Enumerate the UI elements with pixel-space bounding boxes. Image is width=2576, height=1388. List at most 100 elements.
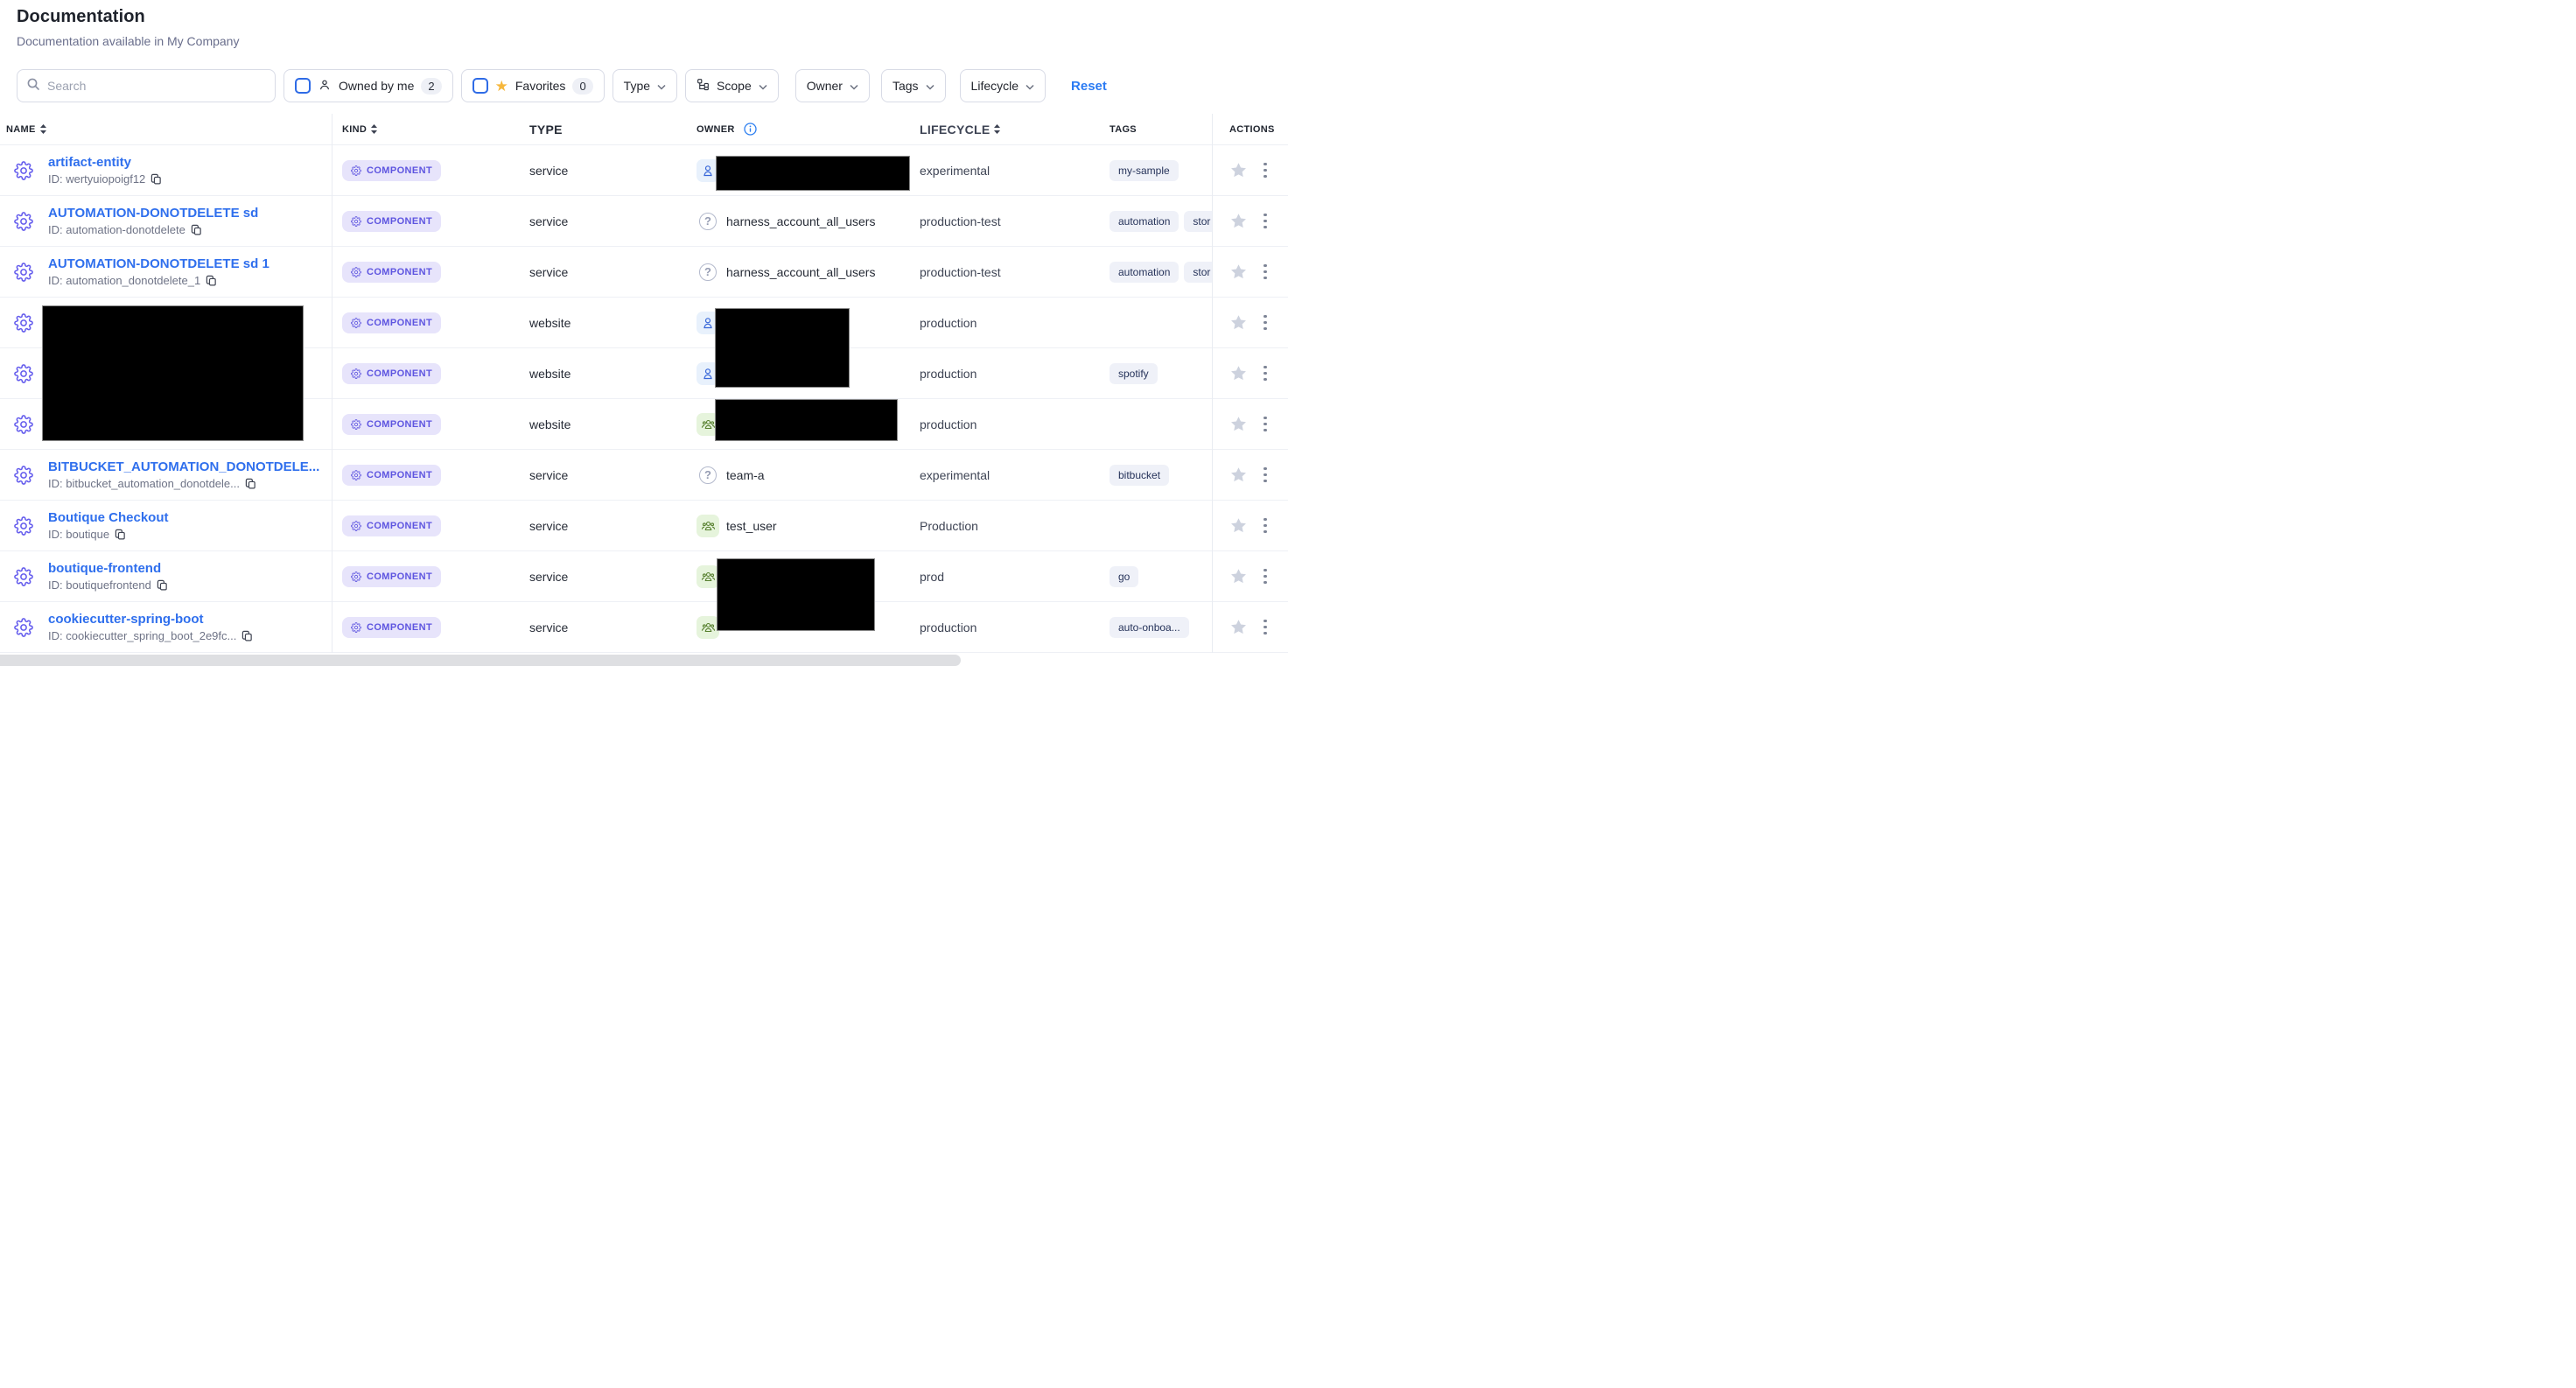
owner-cell: ? harness_account_all_users [691,261,920,284]
type-value: service [529,570,691,584]
favorite-star-button[interactable] [1229,567,1248,585]
owner-name: harness_account_all_users [726,214,875,228]
column-header-actions: ACTIONS [1212,124,1288,135]
entity-name-link[interactable]: cookiecutter-spring-boot [48,612,253,627]
actions-cell [1212,515,1288,536]
tag-chip: stor [1184,211,1212,232]
more-actions-button[interactable] [1261,312,1270,333]
tag-chip: spotify [1110,363,1158,384]
kind-chip: COMPONENT [342,363,441,384]
name-cell: boutique-frontend ID: boutiquefrontend [0,561,332,592]
search-input[interactable] [47,79,266,93]
more-actions-button[interactable] [1261,515,1270,536]
entity-gear-icon [14,567,33,586]
owned-by-me-filter[interactable]: Owned by me 2 [284,69,453,102]
reset-button[interactable]: Reset [1071,79,1107,94]
table-header-row: NAME KIND TYPE OWNER LIFECYCLE TAGS ACTI… [0,114,1288,145]
copy-icon[interactable] [245,478,256,489]
owner-cell: ? harness_account_all_users [691,210,920,233]
type-value: website [529,417,691,431]
tags-cell: auto-onboa... [1110,617,1212,638]
more-actions-button[interactable] [1261,566,1270,587]
lifecycle-value: production [920,367,1110,381]
copy-icon[interactable] [157,579,168,591]
kind-chip: COMPONENT [342,211,441,232]
kind-chip: COMPONENT [342,617,441,638]
favorites-count-badge: 0 [572,78,592,95]
entity-id: ID: boutiquefrontend [48,578,168,592]
type-value: service [529,214,691,228]
more-actions-button[interactable] [1261,465,1270,486]
tags-cell: my-sample [1110,160,1212,181]
favorite-star-button[interactable] [1229,618,1248,636]
type-value: service [529,468,691,482]
more-actions-button[interactable] [1261,617,1270,638]
entity-gear-icon [14,466,33,485]
horizontal-scrollbar-thumb[interactable] [0,655,961,666]
entity-name-link[interactable]: boutique-frontend [48,561,168,576]
favorite-star-button[interactable] [1229,212,1248,230]
more-actions-button[interactable] [1261,160,1270,181]
tags-cell: go [1110,566,1212,587]
more-actions-button[interactable] [1261,262,1270,283]
favorite-star-button[interactable] [1229,415,1248,433]
favorite-star-button[interactable] [1229,364,1248,382]
entity-id: ID: cookiecutter_spring_boot_2e9fc... [48,629,253,642]
tags-filter-dropdown[interactable]: Tags [881,69,946,102]
favorites-filter[interactable]: ★ Favorites 0 [461,69,605,102]
actions-cell [1212,566,1288,587]
sort-icon[interactable] [994,124,1000,134]
type-filter-dropdown[interactable]: Type [612,69,677,102]
tag-chip: automation [1110,211,1179,232]
entity-name-link[interactable]: AUTOMATION-DONOTDELETE sd [48,206,258,221]
kind-cell: COMPONENT [332,414,529,435]
search-icon [26,77,40,95]
info-icon[interactable] [744,123,757,136]
name-cell: BITBUCKET_AUTOMATION_DONOTDELE... ID: bi… [0,459,332,490]
favorite-star-button[interactable] [1229,313,1248,332]
name-cell: cookiecutter-spring-boot ID: cookiecutte… [0,612,332,642]
search-box[interactable] [17,69,276,102]
column-header-owner: OWNER [691,123,920,136]
tags-cell: spotify [1110,363,1212,384]
sort-icon[interactable] [40,124,46,134]
copy-icon[interactable] [150,173,162,185]
more-actions-button[interactable] [1261,211,1270,232]
owner-filter-dropdown[interactable]: Owner [795,69,870,102]
column-header-name[interactable]: NAME [0,124,332,135]
column-header-lifecycle[interactable]: LIFECYCLE [920,123,1110,137]
copy-icon[interactable] [115,529,126,540]
scope-filter-dropdown[interactable]: Scope [685,69,779,102]
tag-chip: automation [1110,262,1179,283]
person-icon [318,78,332,95]
hierarchy-icon [696,78,710,94]
column-divider [1212,114,1213,653]
favorite-star-button[interactable] [1229,516,1248,535]
favorite-star-button[interactable] [1229,161,1248,179]
favorite-star-button[interactable] [1229,263,1248,281]
more-actions-button[interactable] [1261,414,1270,435]
owned-by-me-checkbox[interactable] [295,78,311,94]
page-title: Documentation [17,7,239,27]
more-actions-button[interactable] [1261,363,1270,384]
redaction-box [717,558,875,631]
copy-icon[interactable] [242,630,253,641]
column-header-kind[interactable]: KIND [332,124,529,135]
entity-name-link[interactable]: BITBUCKET_AUTOMATION_DONOTDELE... [48,459,319,474]
favorite-star-button[interactable] [1229,466,1248,484]
favorites-checkbox[interactable] [472,78,488,94]
entity-name-link[interactable]: artifact-entity [48,155,162,170]
sort-icon[interactable] [371,124,377,134]
page-subtitle: Documentation available in My Company [17,34,239,48]
copy-icon[interactable] [191,224,202,235]
name-cell: artifact-entity ID: wertyuiopoigf12 [0,155,332,186]
entity-name-link[interactable]: AUTOMATION-DONOTDELETE sd 1 [48,256,270,271]
entity-name-link[interactable]: Boutique Checkout [48,510,169,525]
tag-chip: stor [1184,262,1212,283]
owner-cell: ? team-a [691,464,920,487]
lifecycle-value: experimental [920,164,1110,178]
lifecycle-filter-dropdown[interactable]: Lifecycle [960,69,1046,102]
owner-name: test_user [726,519,777,533]
chevron-down-icon [926,79,934,93]
copy-icon[interactable] [206,275,217,286]
